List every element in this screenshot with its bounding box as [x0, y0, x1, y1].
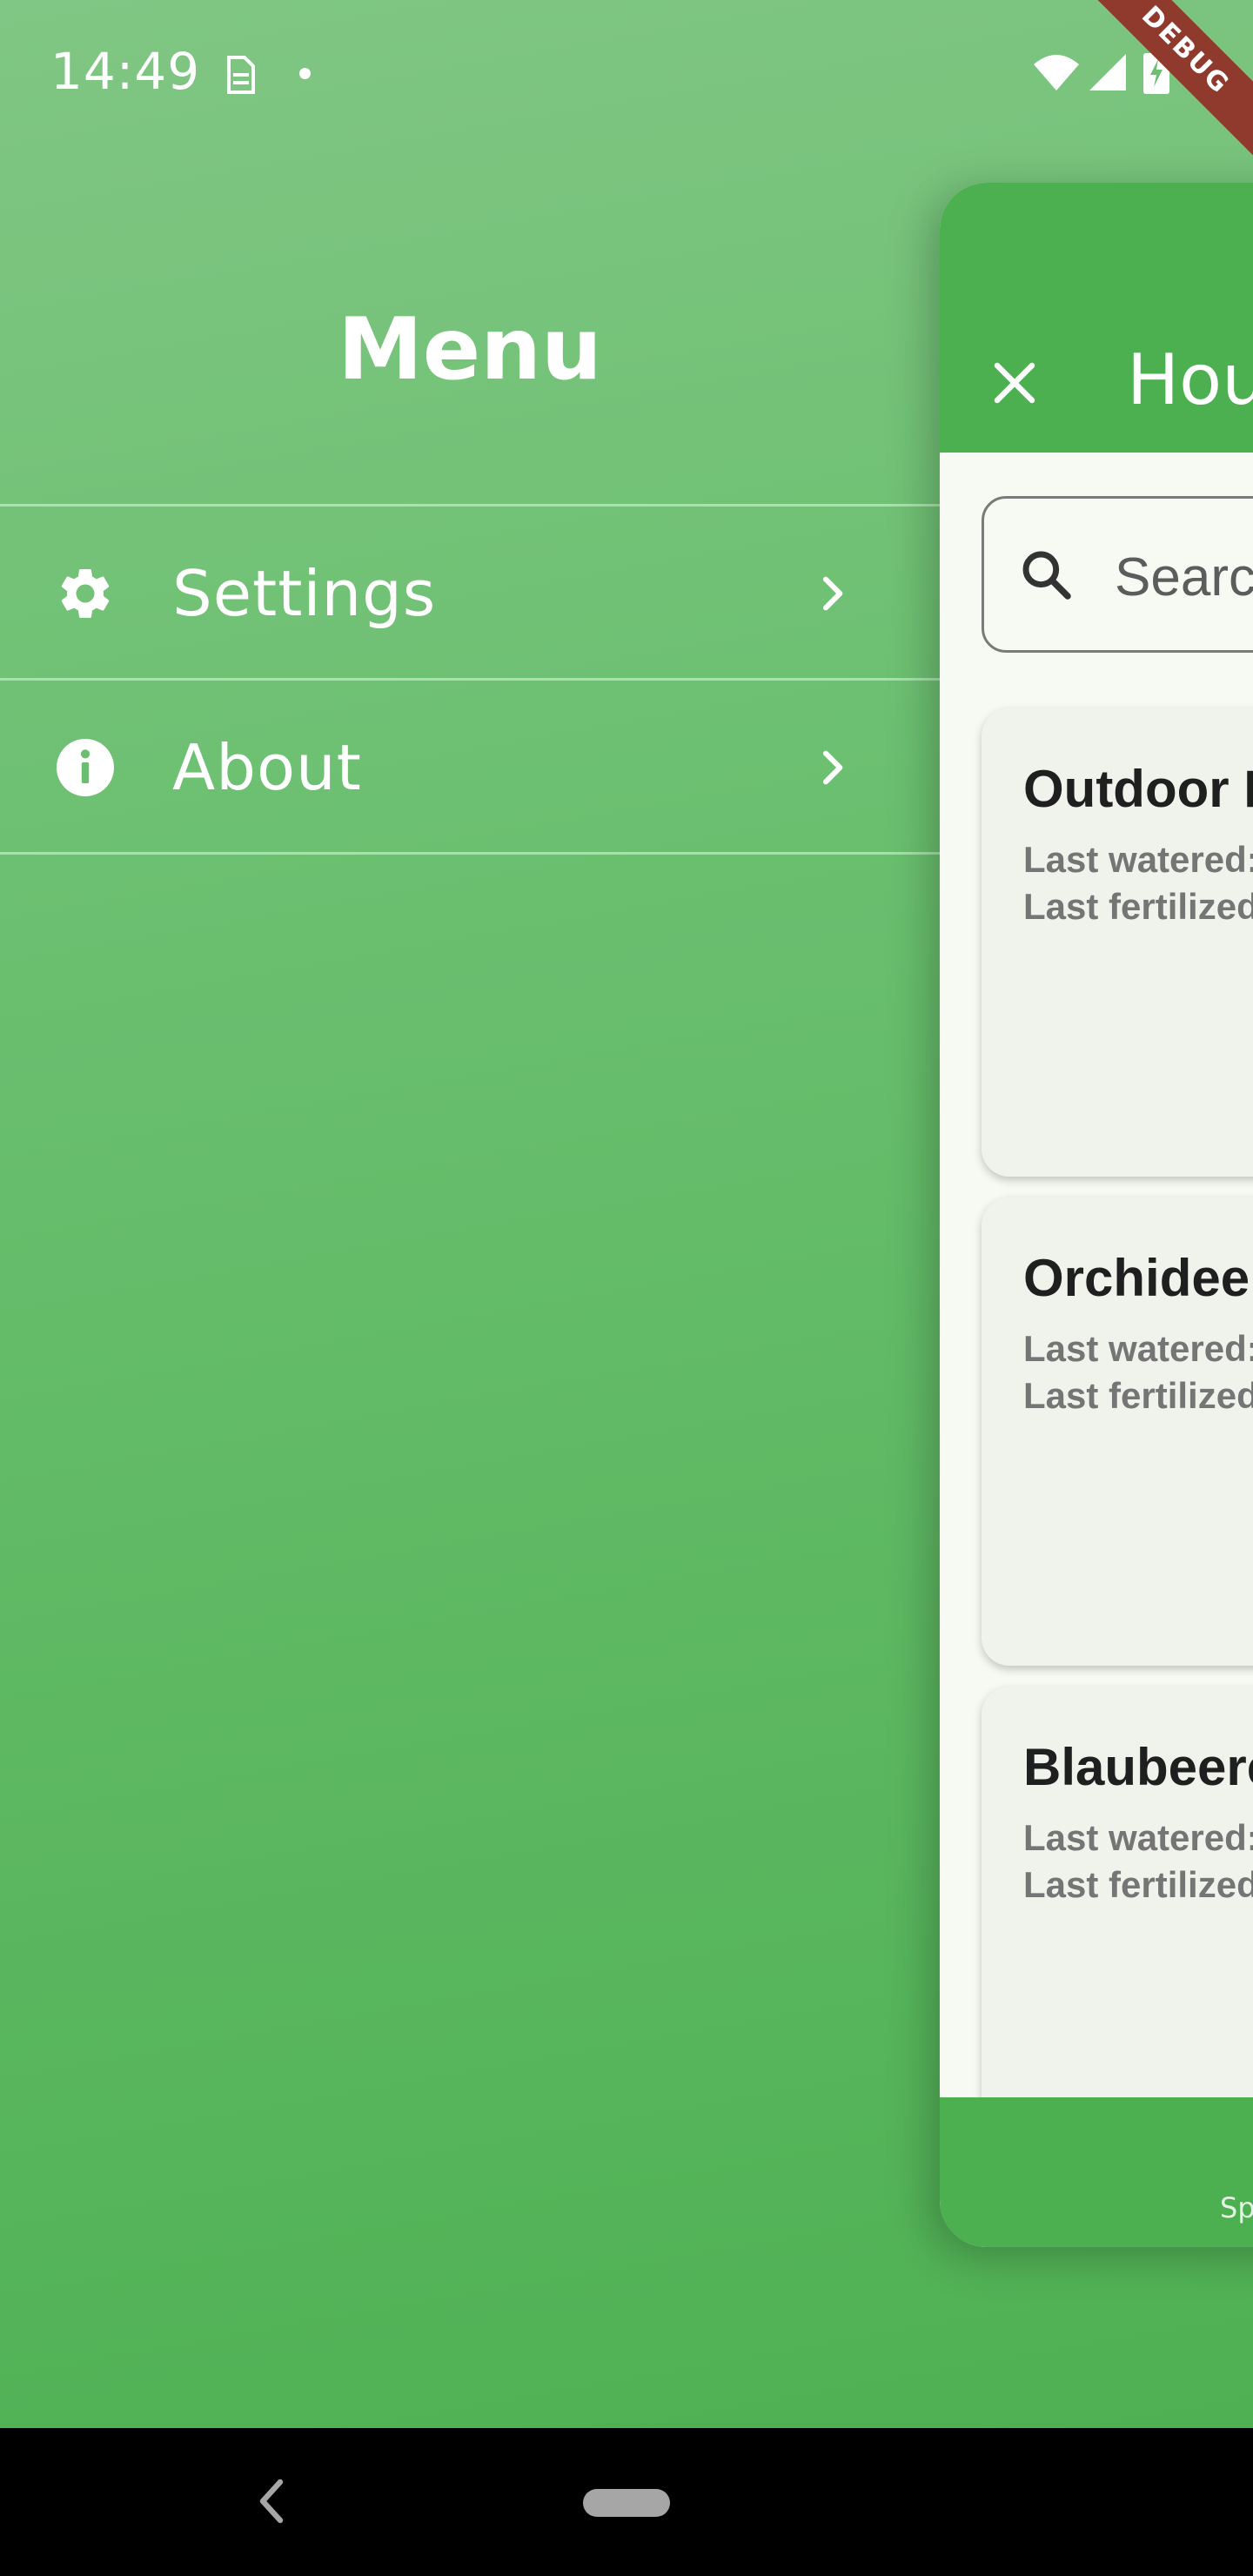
screen: 14:49 DEBUG Menu Settings About Hou Sear… [0, 0, 1253, 2576]
last-watered: Last watered: [1023, 1817, 1253, 1858]
info-icon [52, 735, 118, 801]
chevron-right-icon [822, 576, 843, 611]
drawer-item-label: About [172, 731, 362, 804]
app-bar: Hou [940, 183, 1253, 453]
plant-card[interactable]: Blaubeere Last watered: Last fertilized [982, 1687, 1253, 2155]
chevron-right-icon [822, 750, 843, 785]
search-field[interactable] [982, 496, 1253, 653]
last-watered: Last watered: [1023, 839, 1253, 880]
search-input[interactable] [1115, 533, 1253, 621]
back-icon[interactable] [252, 2475, 291, 2527]
search-icon [1022, 551, 1071, 600]
wifi-icon [1034, 55, 1079, 91]
status-bar: 14:49 [0, 0, 1253, 148]
app-preview-panel[interactable]: Hou Outdoor F Last watered: Last fertili… [940, 183, 1253, 2247]
notification-dot-icon [299, 68, 311, 79]
plant-name: Outdoor F [1023, 760, 1253, 818]
close-icon[interactable] [988, 357, 1041, 409]
status-time: 14:49 [50, 42, 201, 101]
drawer-item-about[interactable]: About [0, 682, 940, 853]
plant-card[interactable]: Outdoor F Last watered: Last fertilized [982, 708, 1253, 1177]
divider [0, 852, 940, 855]
divider [0, 504, 940, 506]
cellular-signal-icon [1089, 54, 1126, 91]
app-title: Hou [1127, 339, 1253, 420]
drawer-item-label: Settings [172, 557, 437, 630]
drawer-item-settings[interactable]: Settings [0, 508, 940, 679]
divider [0, 678, 940, 681]
gear-icon [52, 560, 118, 627]
home-pill-button[interactable] [583, 2489, 670, 2517]
sim-card-icon [227, 56, 255, 94]
last-fertilized: Last fertilized [1023, 886, 1253, 927]
system-navigation-bar [0, 2428, 1253, 2576]
plant-name: Orchideen [1023, 1249, 1253, 1307]
nav-item-sprouts[interactable]: Sprouts [1149, 2097, 1253, 2247]
plant-card[interactable]: Orchideen Last watered: Last fertilized [982, 1197, 1253, 1666]
last-watered: Last watered: [1023, 1328, 1253, 1369]
bottom-navigation: Sprouts [940, 2097, 1253, 2247]
drawer-title: Menu [338, 300, 602, 399]
last-fertilized: Last fertilized [1023, 1864, 1253, 1905]
plant-name: Blaubeere [1023, 1738, 1253, 1796]
nav-label: Sprouts [1220, 2191, 1253, 2224]
last-fertilized: Last fertilized [1023, 1375, 1253, 1416]
